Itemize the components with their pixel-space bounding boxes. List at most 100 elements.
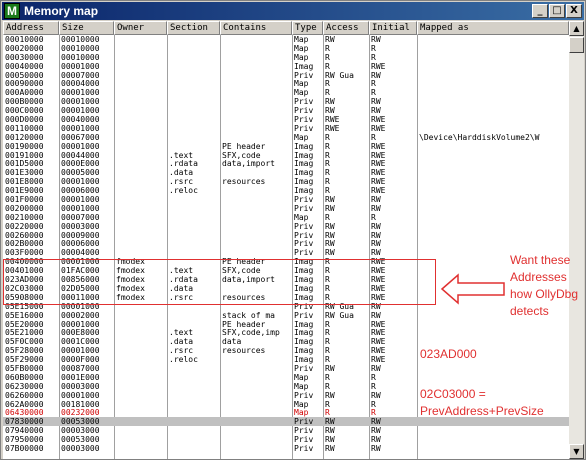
col-size-header[interactable]: Size bbox=[59, 21, 114, 35]
type-cell: Priv bbox=[294, 248, 314, 258]
initial-cell: RW bbox=[371, 248, 381, 258]
table-row[interactable]: 05E16000 00002000 stack of ma Priv RW Gua RW bbox=[3, 311, 569, 320]
access-cell: RW bbox=[325, 230, 335, 240]
table-row[interactable]: 00210000 00007000 Map R R bbox=[3, 213, 569, 222]
table-row[interactable]: 000A0000 00001000 Map R R bbox=[3, 88, 569, 97]
table-row[interactable]: 00040000 00001000 Imag R RWE bbox=[3, 62, 569, 71]
address-cell: 001E9000 bbox=[5, 186, 44, 196]
initial-cell: RW bbox=[371, 426, 381, 436]
col-owner-header[interactable]: Owner bbox=[114, 21, 167, 35]
access-cell: R bbox=[325, 355, 330, 365]
col-access-header[interactable]: Access bbox=[323, 21, 369, 35]
maximize-button[interactable]: □ bbox=[549, 4, 565, 18]
table-row[interactable]: 000C0000 00001000 Priv RW RW bbox=[3, 106, 569, 115]
type-cell: Imag bbox=[294, 355, 314, 365]
col-section-header[interactable]: Section bbox=[167, 21, 220, 35]
table-row[interactable]: 001E9000 00006000 .reloc Imag R RWE bbox=[3, 186, 569, 195]
initial-cell: RW bbox=[371, 106, 381, 116]
col-mapped-header[interactable]: Mapped as bbox=[417, 21, 569, 35]
size-cell: 00232000 bbox=[61, 408, 100, 418]
table-row[interactable]: 00010000 00010000 Map RW RW bbox=[3, 35, 569, 44]
section-cell: .text bbox=[169, 150, 194, 160]
size-cell: 00003000 bbox=[61, 221, 100, 231]
table-row[interactable]: 07950000 00053000 Priv RW RW bbox=[3, 435, 569, 444]
size-cell: 0001C000 bbox=[61, 337, 100, 347]
minimize-button[interactable]: _ bbox=[532, 4, 548, 18]
table-row[interactable]: 00260000 00009000 Priv RW RW bbox=[3, 231, 569, 240]
address-cell: 062A0000 bbox=[5, 399, 44, 409]
table-row[interactable]: 000B0000 00001000 Priv RW RW bbox=[3, 97, 569, 106]
table-row[interactable]: 001D5000 0000E000 .rdata data,import Imag R RW… bbox=[3, 159, 569, 168]
close-button[interactable]: X bbox=[566, 4, 582, 18]
annotation-address: 023AD000 bbox=[420, 347, 477, 361]
table-row[interactable]: 05E21000 000E8000 .text SFX,code,imp Imag R RW… bbox=[3, 328, 569, 337]
address-cell: 001E8000 bbox=[5, 177, 44, 187]
title-bar[interactable]: M Memory map _ □ X bbox=[2, 2, 584, 20]
address-cell: 003F0000 bbox=[5, 248, 44, 258]
table-row[interactable]: 05E20000 00001000 PE header Imag R RWE bbox=[3, 320, 569, 329]
type-cell: Map bbox=[294, 399, 309, 409]
table-row[interactable]: 00090000 00004000 Map R R bbox=[3, 79, 569, 88]
size-cell: 00040000 bbox=[61, 115, 100, 125]
table-row[interactable]: 001E3000 00005000 .data Imag R RWE bbox=[3, 168, 569, 177]
col-type-header[interactable]: Type bbox=[292, 21, 323, 35]
col-initial-header[interactable]: Initial bbox=[369, 21, 417, 35]
table-row[interactable]: 060B0000 0001E000 Map R R bbox=[3, 373, 569, 382]
table-row[interactable]: 00030000 00010000 Map R R bbox=[3, 53, 569, 62]
table-row[interactable]: 00191000 00044000 .text SFX,code Imag R RWE bbox=[3, 151, 569, 160]
initial-cell: RW bbox=[371, 363, 381, 373]
size-cell: 00087000 bbox=[61, 363, 100, 373]
initial-cell: RWE bbox=[371, 346, 386, 356]
initial-cell: R bbox=[371, 399, 376, 409]
table-row[interactable]: 07B00000 00003000 Priv RW RW bbox=[3, 444, 569, 453]
table-row[interactable]: 00050000 00007000 Priv RW Gua RW bbox=[3, 71, 569, 80]
table-row[interactable]: 00020000 00010000 Map R R bbox=[3, 44, 569, 53]
address-cell: 05F28000 bbox=[5, 346, 44, 356]
table-row[interactable]: 00120000 00067000 Map R R \Device\HarddiskVol… bbox=[3, 133, 569, 142]
type-cell: Priv bbox=[294, 390, 314, 400]
access-cell: R bbox=[325, 212, 330, 222]
access-cell: RW bbox=[325, 248, 335, 258]
table-row[interactable]: 07940000 00003000 Priv RW RW bbox=[3, 426, 569, 435]
table-row[interactable]: 000D0000 00040000 Priv RWE RWE bbox=[3, 115, 569, 124]
address-cell: 07B00000 bbox=[5, 443, 44, 453]
scroll-thumb[interactable] bbox=[569, 37, 584, 53]
scroll-down-icon[interactable]: ▼ bbox=[569, 444, 584, 459]
size-cell: 00001000 bbox=[61, 123, 100, 133]
address-cell: 05E16000 bbox=[5, 310, 44, 320]
initial-cell: RW bbox=[371, 310, 381, 320]
table-row[interactable]: 05F28000 00001000 .rsrc resources Imag R RWE bbox=[3, 346, 569, 355]
table-row[interactable]: 002B0000 00006000 Priv RW RW bbox=[3, 239, 569, 248]
table-row[interactable]: 003F0000 00004000 Priv RW RW bbox=[3, 248, 569, 257]
table-row[interactable]: 05FB0000 00087000 Priv RW RW bbox=[3, 364, 569, 373]
type-cell: Priv bbox=[294, 363, 314, 373]
initial-cell: RW bbox=[371, 390, 381, 400]
col-contains-header[interactable]: Contains bbox=[220, 21, 292, 35]
type-cell: Map bbox=[294, 381, 309, 391]
table-row[interactable]: 00110000 00001000 Priv RWE RWE bbox=[3, 124, 569, 133]
table-row[interactable]: 00190000 00001000 PE header Imag R RWE bbox=[3, 142, 569, 151]
vertical-scrollbar[interactable]: ▲ ▼ bbox=[569, 21, 584, 459]
scroll-up-icon[interactable]: ▲ bbox=[569, 21, 584, 36]
table-row[interactable]: 00200000 00001000 Priv RW RW bbox=[3, 204, 569, 213]
address-cell: 05E20000 bbox=[5, 319, 44, 329]
initial-cell: R bbox=[371, 408, 376, 418]
contains-cell: stack of ma bbox=[222, 310, 275, 320]
initial-cell: R bbox=[371, 79, 376, 89]
mapped-as-cell: \Device\HarddiskVolume2\W bbox=[419, 132, 540, 142]
annotation-want: Want these Addresses how OllyDbg detects bbox=[510, 252, 578, 320]
size-cell: 00006000 bbox=[61, 186, 100, 196]
table-row[interactable]: 00220000 00003000 Priv RW RW bbox=[3, 222, 569, 231]
section-cell: .rsrc bbox=[169, 346, 194, 356]
table-row[interactable]: 05F29000 0000F000 .reloc Imag R RWE bbox=[3, 355, 569, 364]
access-cell: RW bbox=[325, 106, 335, 116]
col-address-header[interactable]: Address bbox=[3, 21, 59, 35]
address-cell: 000B0000 bbox=[5, 97, 44, 107]
table-row[interactable]: 001F0000 00001000 Priv RW RW bbox=[3, 195, 569, 204]
table-row[interactable]: 05F0C000 0001C000 .data data Imag R RWE bbox=[3, 337, 569, 346]
initial-cell: RW bbox=[371, 35, 381, 44]
type-cell: Map bbox=[294, 132, 309, 142]
access-cell: R bbox=[325, 186, 330, 196]
size-cell: 0001E000 bbox=[61, 372, 100, 382]
table-row[interactable]: 001E8000 00001000 .rsrc resources Imag R RWE bbox=[3, 177, 569, 186]
